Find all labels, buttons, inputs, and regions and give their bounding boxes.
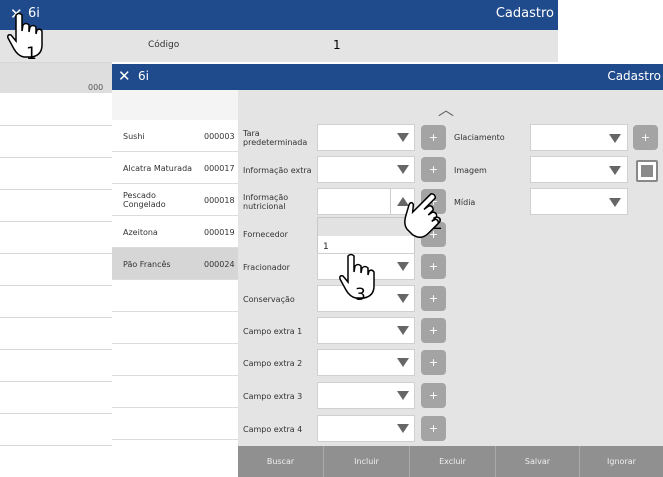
field-label-campo-extra-2: Campo extra 2 bbox=[243, 358, 303, 368]
list-item-empty bbox=[112, 344, 238, 376]
front-close-icon[interactable]: ✕ bbox=[118, 67, 131, 85]
back-product-list bbox=[0, 30, 112, 450]
list-item[interactable]: Azeitona 000019 bbox=[112, 216, 238, 248]
midia-select[interactable] bbox=[530, 188, 628, 215]
incluir-button[interactable]: Incluir bbox=[324, 446, 410, 477]
list-item-empty bbox=[112, 376, 238, 408]
tara-select[interactable] bbox=[317, 124, 415, 151]
step-number: 1 bbox=[26, 44, 37, 64]
product-name: Alcatra Maturada bbox=[123, 163, 193, 173]
excluir-button[interactable]: Excluir bbox=[410, 446, 496, 477]
info-nutricional-select[interactable] bbox=[317, 188, 415, 215]
back-codigo-row: Código 1 bbox=[0, 30, 558, 62]
list-item-empty bbox=[112, 312, 238, 344]
field-label-fracionador: Fracionador bbox=[243, 262, 290, 272]
list-item-empty bbox=[112, 408, 238, 440]
chevron-down-icon bbox=[397, 133, 409, 142]
dropdown-option[interactable]: 1 bbox=[323, 242, 329, 252]
field-label-conservacao: Conservação bbox=[243, 294, 295, 304]
chevron-down-icon bbox=[609, 166, 621, 175]
add-conservacao-button[interactable]: + bbox=[421, 286, 446, 311]
add-campo-extra-3-button[interactable]: + bbox=[421, 383, 446, 408]
field-label-campo-extra-1: Campo extra 1 bbox=[243, 326, 303, 336]
collapse-chevron-icon[interactable]: ︿ bbox=[438, 96, 454, 120]
codigo-label: Código bbox=[148, 40, 180, 50]
add-glaciamento-button[interactable]: + bbox=[633, 125, 658, 150]
product-name: Pão Francês bbox=[123, 259, 171, 269]
front-app-logo: 6i bbox=[138, 69, 149, 83]
field-label-tara: Tara predeterminada bbox=[243, 129, 308, 147]
field-label-campo-extra-3: Campo extra 3 bbox=[243, 391, 303, 401]
field-label-info-extra: Informação extra bbox=[243, 165, 312, 175]
product-code: 000019 bbox=[204, 227, 235, 237]
product-list: Sushi 000003 Alcatra Maturada 000017 Pes… bbox=[112, 90, 238, 477]
add-campo-extra-1-button[interactable]: + bbox=[421, 318, 446, 343]
buscar-button[interactable]: Buscar bbox=[238, 446, 324, 477]
chevron-down-icon bbox=[397, 262, 409, 271]
campo-extra-4-select[interactable] bbox=[317, 415, 415, 442]
salvar-button[interactable]: Salvar bbox=[496, 446, 580, 477]
add-campo-extra-2-button[interactable]: + bbox=[421, 350, 446, 375]
field-label-midia: Mídia bbox=[454, 198, 476, 207]
campo-extra-3-select[interactable] bbox=[317, 382, 415, 409]
step-number: 2 bbox=[432, 214, 443, 234]
field-label-info-nutricional: Informação nutricional bbox=[243, 193, 289, 211]
field-label-imagem: Imagem bbox=[454, 166, 487, 175]
list-item[interactable]: Alcatra Maturada 000017 bbox=[112, 152, 238, 184]
front-window-header: ✕ 6i Cadastro bbox=[112, 64, 663, 90]
list-item-selected[interactable]: Pão Francês 000024 bbox=[112, 248, 238, 280]
image-preview-icon[interactable] bbox=[636, 160, 658, 182]
product-name: Azeitona bbox=[123, 227, 158, 237]
dropdown-option-empty[interactable] bbox=[318, 218, 414, 236]
list-item[interactable]: Sushi 000003 bbox=[112, 120, 238, 152]
campo-extra-2-select[interactable] bbox=[317, 349, 415, 376]
product-name: Pescado Congelado bbox=[123, 191, 166, 209]
product-name: Sushi bbox=[123, 131, 145, 141]
field-label-glaciamento: Glaciamento bbox=[454, 133, 505, 142]
add-campo-extra-4-button[interactable]: + bbox=[421, 416, 446, 441]
list-item[interactable]: Pescado Congelado 000018 bbox=[112, 184, 238, 216]
glaciamento-select[interactable] bbox=[530, 124, 628, 151]
imagem-select[interactable] bbox=[530, 156, 628, 183]
chevron-down-icon bbox=[609, 134, 621, 143]
chevron-down-icon bbox=[397, 165, 409, 174]
chevron-down-icon bbox=[397, 424, 409, 433]
ignorar-button[interactable]: Ignorar bbox=[580, 446, 663, 477]
chevron-down-icon bbox=[397, 294, 409, 303]
chevron-down-icon bbox=[397, 326, 409, 335]
front-window-title: Cadastro bbox=[607, 69, 661, 83]
field-label-fornecedor: Fornecedor bbox=[243, 229, 288, 239]
field-label-campo-extra-4: Campo extra 4 bbox=[243, 424, 303, 434]
info-extra-select[interactable] bbox=[317, 156, 415, 183]
product-code: 000018 bbox=[204, 195, 235, 205]
product-code: 000017 bbox=[204, 163, 235, 173]
chevron-down-icon bbox=[397, 358, 409, 367]
add-tara-button[interactable]: + bbox=[421, 125, 446, 150]
codigo-value: 1 bbox=[333, 38, 341, 52]
product-code: 000003 bbox=[204, 131, 235, 141]
back-partial-code: 000 bbox=[88, 83, 104, 92]
campo-extra-1-select[interactable] bbox=[317, 317, 415, 344]
product-code: 000024 bbox=[204, 259, 235, 269]
step-number: 3 bbox=[355, 285, 366, 305]
add-info-extra-button[interactable]: + bbox=[421, 157, 446, 182]
add-fracionador-button[interactable]: + bbox=[421, 254, 446, 279]
list-item-empty bbox=[112, 280, 238, 312]
back-window-title: Cadastro bbox=[495, 6, 554, 21]
chevron-down-icon bbox=[609, 198, 621, 207]
back-window-header: ✕ 6i Cadastro bbox=[0, 0, 558, 30]
chevron-down-icon bbox=[397, 391, 409, 400]
